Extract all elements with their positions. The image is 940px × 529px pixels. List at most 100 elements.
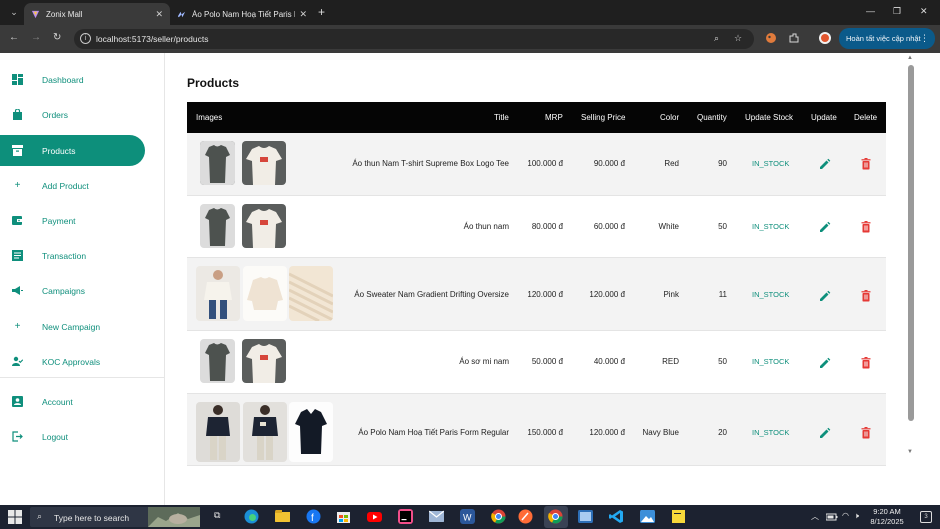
tab-zonix-mall[interactable]: Zonix Mall ✕ <box>24 3 170 25</box>
product-thumbnail[interactable] <box>242 339 286 383</box>
reload-icon[interactable]: ↻ <box>53 32 61 43</box>
column-header-update: Update <box>811 113 837 122</box>
product-title: Áo Polo Nam Hoạ Tiết Paris Form Regular <box>358 428 509 437</box>
product-thumbnail[interactable] <box>200 339 235 383</box>
edit-icon[interactable] <box>818 426 832 440</box>
restore-icon[interactable]: ❐ <box>893 6 901 17</box>
edit-icon[interactable] <box>818 356 832 370</box>
stock-status-button[interactable]: IN_STOCK <box>752 159 789 168</box>
taskbar-search-box[interactable]: ⌕ Type here to search <box>30 507 200 527</box>
payment-icon <box>12 215 23 226</box>
sidebar-item-add-product[interactable]: + Add Product <box>0 170 145 201</box>
new-tab-icon[interactable]: + <box>318 5 325 19</box>
delete-icon[interactable] <box>859 356 873 370</box>
file-explorer-icon[interactable] <box>275 509 290 524</box>
show-hidden-icons[interactable]: ︿ <box>811 511 819 522</box>
stock-status-button[interactable]: IN_STOCK <box>752 222 789 231</box>
product-selling-price: 40.000 đ <box>593 357 625 366</box>
product-thumbnail[interactable] <box>196 266 240 321</box>
scroll-up-icon[interactable]: ▲ <box>907 55 913 61</box>
delete-icon[interactable] <box>859 426 873 440</box>
table-header: Images Title MRP Selling Price Color Qua… <box>187 102 886 133</box>
profile-avatar-icon[interactable] <box>819 32 831 44</box>
product-thumbnail[interactable] <box>242 141 286 185</box>
wifi-icon[interactable]: ◠ <box>842 511 849 520</box>
column-header-title: Title <box>494 113 509 122</box>
sidebar-item-koc-approvals[interactable]: KOC Approvals <box>0 346 145 377</box>
stock-status-button[interactable]: IN_STOCK <box>752 357 789 366</box>
sidebar-item-transaction[interactable]: Transaction <box>0 240 145 271</box>
jetbrains-icon[interactable] <box>398 509 413 524</box>
product-thumbnail[interactable] <box>200 141 235 185</box>
sidebar-item-dashboard[interactable]: Dashboard <box>0 64 145 95</box>
sidebar-item-new-campaign[interactable]: + New Campaign <box>0 311 145 342</box>
notification-center-icon[interactable]: 3 <box>920 511 932 523</box>
edit-icon[interactable] <box>818 220 832 234</box>
chrome-icon[interactable] <box>491 509 506 524</box>
delete-icon[interactable] <box>859 220 873 234</box>
table-row: Áo Sweater Nam Gradient Drifting Oversiz… <box>187 258 886 331</box>
sidebar-item-orders[interactable]: Orders <box>0 99 145 130</box>
volume-muted-icon[interactable]: 🕨 <box>854 511 859 521</box>
photos-icon[interactable] <box>640 509 655 524</box>
battery-icon[interactable] <box>826 511 838 523</box>
product-thumbnail[interactable] <box>242 204 286 248</box>
sidebar-item-account[interactable]: Account <box>0 386 145 417</box>
edit-icon[interactable] <box>818 157 832 171</box>
postman-icon[interactable] <box>518 509 533 524</box>
site-info-icon[interactable]: i <box>80 33 91 44</box>
stock-status-button[interactable]: IN_STOCK <box>752 290 789 299</box>
page-title: Products <box>187 76 240 90</box>
close-tab-icon[interactable]: ✕ <box>299 9 307 20</box>
sidebar-item-products[interactable]: Products <box>0 135 145 166</box>
page-scrollbar[interactable]: ▲ ▼ <box>905 53 917 505</box>
address-bar[interactable]: i localhost:5173/seller/products ⌕ ☆ <box>74 29 754 49</box>
back-icon[interactable]: ← <box>9 32 19 43</box>
product-thumbnail[interactable] <box>243 402 287 462</box>
close-tab-icon[interactable]: ✕ <box>155 9 163 20</box>
close-window-icon[interactable]: ✕ <box>920 6 928 17</box>
product-thumbnail[interactable] <box>243 266 287 321</box>
zonix-favicon-icon <box>31 10 40 18</box>
minimize-icon[interactable]: — <box>866 6 875 16</box>
bookmark-star-icon[interactable]: ☆ <box>734 33 742 44</box>
sticky-notes-icon[interactable] <box>671 509 686 524</box>
youtube-icon[interactable] <box>367 509 382 524</box>
delete-icon[interactable] <box>859 289 873 303</box>
edge-icon[interactable] <box>244 509 259 524</box>
product-thumbnail[interactable] <box>289 402 333 462</box>
forward-icon[interactable]: → <box>31 32 41 43</box>
sidebar-item-campaigns[interactable]: Campaigns <box>0 275 145 306</box>
store-icon[interactable] <box>336 509 351 524</box>
url-text[interactable]: localhost:5173/seller/products <box>96 34 208 44</box>
windows-start-icon[interactable] <box>8 510 22 524</box>
zoom-icon[interactable]: ⌕ <box>714 33 719 44</box>
product-quantity: 50 <box>718 222 727 231</box>
scroll-down-icon[interactable]: ▼ <box>907 449 913 455</box>
facebook-icon[interactable]: f <box>306 509 321 524</box>
mail-icon[interactable] <box>429 509 444 524</box>
scrollbar-thumb[interactable] <box>908 65 914 421</box>
task-view-icon[interactable]: ⧉ <box>214 510 220 521</box>
extensions-puzzle-icon[interactable] <box>788 32 800 44</box>
word-icon[interactable]: W <box>460 509 475 524</box>
sidebar-item-logout[interactable]: Logout <box>0 421 145 452</box>
tab-polo-product[interactable]: Áo Polo Nam Hoạ Tiết Paris Fo ✕ <box>170 3 314 25</box>
table-row: Áo Polo Nam Hoạ Tiết Paris Form Regular … <box>187 394 886 466</box>
update-chrome-button[interactable]: Hoàn tất việc cập nhật ⋮ <box>839 28 935 49</box>
snipping-tool-icon[interactable] <box>578 509 593 524</box>
sidebar-item-payment[interactable]: Payment <box>0 205 145 236</box>
product-thumbnail[interactable] <box>289 266 333 321</box>
vscode-icon[interactable] <box>609 509 624 524</box>
stock-status-button[interactable]: IN_STOCK <box>752 428 789 437</box>
chrome-active-icon[interactable] <box>548 509 563 524</box>
product-thumbnail[interactable] <box>200 204 235 248</box>
system-clock[interactable]: 9:20 AM 8/12/2025 <box>861 507 913 527</box>
edit-icon[interactable] <box>818 289 832 303</box>
product-mrp: 100.000 đ <box>527 159 563 168</box>
tab-search-button[interactable]: ⌄ <box>6 5 22 20</box>
product-thumbnail[interactable] <box>196 402 240 462</box>
extension-icon[interactable] <box>765 32 777 44</box>
delete-icon[interactable] <box>859 157 873 171</box>
more-menu-icon[interactable]: ⋮ <box>920 28 929 49</box>
